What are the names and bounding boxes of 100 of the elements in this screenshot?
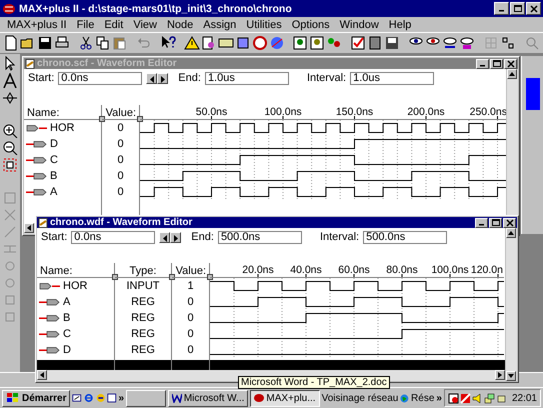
time-tick-label: 40.0ns — [290, 264, 322, 276]
column-header: Name: — [40, 265, 72, 277]
signal-name[interactable]: C — [50, 154, 58, 166]
menu-item[interactable]: View — [128, 18, 162, 30]
menu-item[interactable]: Options — [286, 18, 335, 30]
column-resize-handle[interactable] — [207, 274, 213, 280]
menu-item[interactable]: Node — [162, 18, 198, 30]
output-pin-icon — [39, 346, 60, 354]
maximize-icon — [492, 59, 502, 68]
signal-name[interactable]: D — [63, 344, 71, 356]
menu-item[interactable]: File — [72, 18, 100, 30]
more-button[interactable]: » — [118, 392, 124, 404]
taskbar-button[interactable]: MAX+plu... — [250, 390, 320, 406]
close-icon — [506, 59, 516, 68]
previous-button[interactable] — [146, 72, 158, 84]
signal-name[interactable]: D — [50, 138, 58, 150]
checklist-icon[interactable] — [350, 35, 366, 51]
right-arrow-icon — [158, 74, 168, 82]
close-button[interactable] — [504, 58, 517, 68]
grid-icon[interactable] — [500, 35, 516, 51]
zoom-out-icon[interactable] — [2, 140, 18, 155]
text-tool-icon[interactable] — [2, 73, 18, 88]
start-field[interactable]: 0.0ns — [71, 230, 156, 244]
interval-field[interactable]: 1.0us — [350, 72, 434, 84]
scissors-icon[interactable] — [78, 35, 94, 51]
more-button[interactable]: » — [436, 392, 442, 404]
maximize-button[interactable] — [489, 218, 502, 228]
close-button[interactable] — [503, 218, 516, 228]
signal-name[interactable]: A — [50, 186, 58, 198]
minimize-button[interactable] — [494, 2, 509, 15]
app-logo-icon — [254, 393, 264, 403]
browser-icon[interactable] — [84, 392, 94, 404]
menu-item[interactable]: Help — [384, 18, 416, 30]
signal-value: 0 — [117, 186, 124, 198]
new-document-icon[interactable] — [3, 35, 19, 51]
paste-icon[interactable] — [112, 35, 128, 51]
input-pin-icon — [26, 124, 47, 132]
close-button[interactable] — [526, 2, 541, 15]
fit-window-icon[interactable] — [2, 157, 18, 172]
signal-name[interactable]: HOR — [63, 280, 88, 292]
signal-value: 0 — [187, 328, 194, 340]
save-icon[interactable] — [37, 35, 53, 51]
signal-name[interactable]: HOR — [50, 122, 74, 134]
menu-item[interactable]: Window — [334, 18, 384, 30]
desktop-icon[interactable] — [72, 392, 82, 404]
field-label: Interval: — [320, 231, 360, 243]
next-button[interactable] — [157, 72, 168, 84]
maximize-button[interactable] — [510, 2, 525, 15]
help-pointer-icon[interactable] — [160, 35, 176, 51]
network-tray-icon[interactable] — [484, 392, 495, 404]
tray-app-icon[interactable] — [448, 392, 459, 404]
maximize-icon — [490, 218, 500, 227]
scroll-down-button[interactable] — [506, 371, 516, 381]
signal-name[interactable]: B — [63, 312, 70, 324]
toolbar-label[interactable]: Voisinage réseau — [322, 392, 398, 404]
signal-name[interactable]: A — [63, 296, 70, 308]
signal-value: 0 — [187, 312, 194, 324]
end-field[interactable]: 500.0ns — [218, 230, 302, 244]
time-tick-label: 50.0ns — [196, 106, 228, 118]
arrow-icon — [26, 225, 32, 231]
taskbar-button[interactable] — [126, 390, 166, 406]
scroll-right-button[interactable] — [495, 370, 505, 380]
minimize-button[interactable] — [476, 58, 489, 68]
arrow-icon — [39, 372, 45, 378]
network-shortcut[interactable]: Rése — [411, 392, 434, 404]
scroll-left-button[interactable] — [37, 370, 47, 380]
signal-name[interactable]: B — [50, 170, 58, 182]
taskbar-button[interactable]: Microsoft W... — [168, 390, 248, 406]
window-title: chrono.scf - Waveform Editor — [37, 58, 178, 69]
menu-item[interactable]: Utilities — [241, 18, 287, 30]
scroll-up-button[interactable] — [507, 69, 517, 79]
signal-type: INPUT — [126, 280, 160, 292]
maximize-button[interactable] — [490, 58, 503, 68]
signal-value: 0 — [117, 122, 124, 134]
column-resize-handle[interactable] — [112, 274, 118, 280]
zoom-in-icon[interactable] — [2, 123, 18, 138]
menu-item[interactable]: Edit — [99, 18, 128, 30]
menu-item[interactable]: Assign — [198, 18, 242, 30]
node-tool-icon[interactable] — [2, 90, 18, 105]
input-pin-icon — [39, 282, 60, 290]
scroll-left-button[interactable] — [24, 223, 34, 233]
scroll-up-button[interactable] — [506, 228, 516, 238]
warning-icon[interactable] — [184, 35, 200, 51]
column-resize-handle[interactable] — [99, 116, 105, 122]
column-resize-handle[interactable] — [137, 116, 143, 122]
signal-type: REG — [131, 344, 155, 356]
interval-field[interactable]: 500.0ns — [363, 230, 448, 244]
previous-button[interactable] — [159, 232, 170, 242]
speaker-icon[interactable] — [472, 392, 483, 404]
start-button[interactable]: Démarrer — [2, 390, 70, 406]
next-button[interactable] — [170, 232, 182, 242]
start-field[interactable]: 0.0ns — [58, 72, 142, 84]
column-header: Type: — [130, 265, 156, 277]
signal-name[interactable]: C — [63, 328, 71, 340]
output-pin-icon — [26, 156, 47, 164]
menu-item[interactable]: MAX+plus II — [2, 18, 72, 30]
column-resize-handle[interactable] — [169, 274, 175, 280]
minimize-button[interactable] — [475, 218, 488, 228]
end-field[interactable]: 1.0us — [204, 72, 289, 84]
copy-icon[interactable] — [94, 35, 111, 51]
